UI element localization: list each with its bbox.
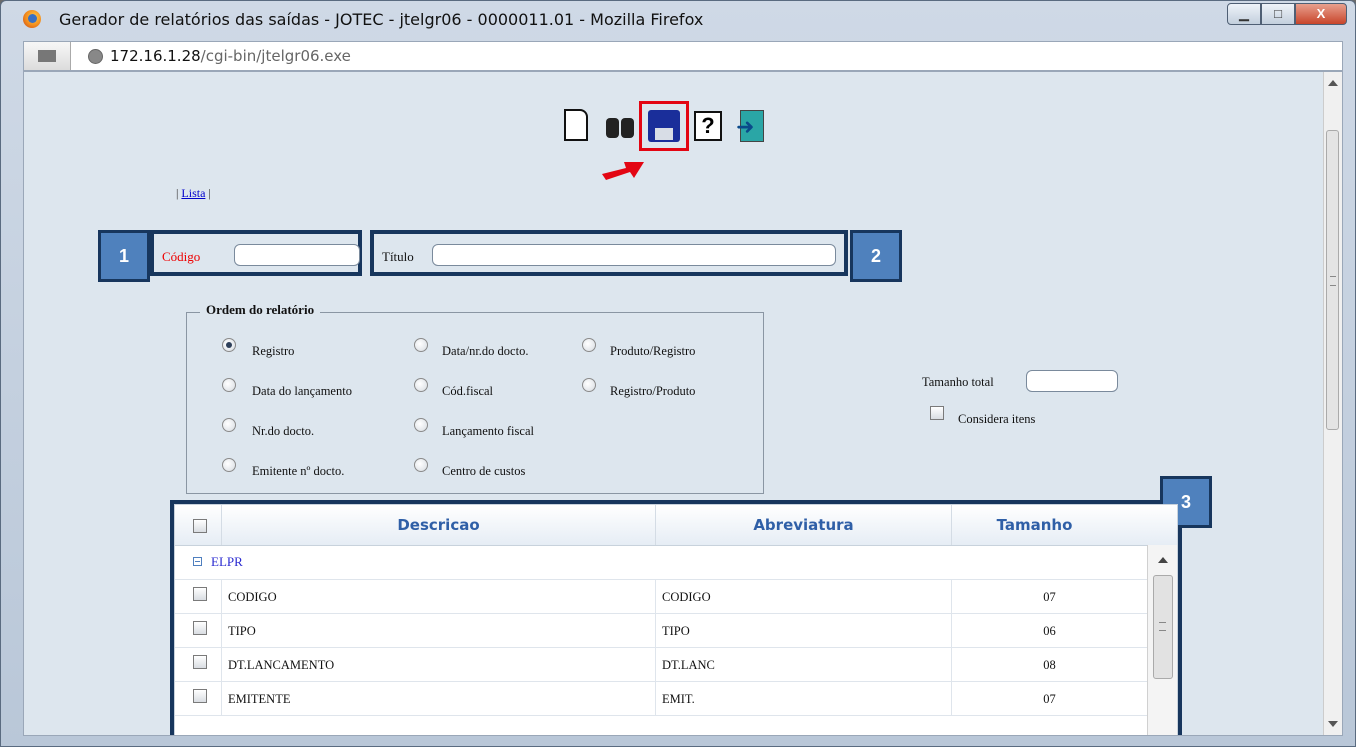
radio-label: Nr.do docto.: [252, 424, 315, 438]
codigo-label: Código: [162, 249, 201, 264]
minimize-button[interactable]: ▁: [1227, 3, 1261, 25]
scroll-thumb[interactable]: [1326, 130, 1339, 430]
column-header-tamanho[interactable]: Tamanho: [951, 505, 1117, 545]
binoculars-icon[interactable]: [600, 106, 640, 146]
radio-emitente-docto[interactable]: [222, 458, 236, 472]
cell-tamanho: 07: [951, 681, 1147, 715]
cell-tamanho: 07: [951, 579, 1147, 613]
tamanho-total-label: Tamanho total: [922, 375, 994, 389]
scroll-down-icon[interactable]: [1328, 721, 1338, 727]
table-row[interactable]: EMITENTE EMIT. 07: [175, 681, 1147, 716]
table-row[interactable]: CODIGO CODIGO 07: [175, 579, 1147, 614]
page-icon: [38, 50, 56, 62]
cell-abreviatura: TIPO: [655, 613, 951, 647]
titulo-input[interactable]: [432, 244, 836, 266]
radio-label: Emitente nº docto.: [252, 464, 345, 478]
page-scrollbar[interactable]: [1323, 72, 1342, 735]
table-row[interactable]: TIPO TIPO 06: [175, 613, 1147, 648]
group-label: ELPR: [211, 554, 243, 569]
cell-tamanho: 08: [951, 647, 1147, 681]
help-icon[interactable]: [688, 106, 728, 146]
scroll-up-icon[interactable]: [1158, 557, 1168, 563]
cell-abreviatura: DT.LANC: [655, 647, 951, 681]
considera-itens-label: Considera itens: [958, 412, 1036, 426]
tamanho-total-input[interactable]: [1026, 370, 1118, 392]
radio-registro-produto[interactable]: [582, 378, 596, 392]
new-document-icon[interactable]: [556, 106, 596, 146]
cell-descricao: DT.LANCAMENTO: [221, 647, 655, 681]
page-info-button[interactable]: [24, 42, 71, 70]
row-checkbox[interactable]: [193, 655, 207, 669]
grid-scrollbar[interactable]: [1147, 545, 1177, 735]
considera-itens-checkbox[interactable]: [930, 406, 944, 420]
firefox-icon: [23, 10, 41, 28]
cell-abreviatura: EMIT.: [655, 681, 951, 715]
grip-icon: [1159, 622, 1166, 631]
radio-label: Registro/Produto: [610, 384, 696, 398]
codigo-input[interactable]: [234, 244, 360, 266]
select-all-checkbox[interactable]: [193, 519, 207, 533]
window-title: Gerador de relatórios das saídas - JOTEC…: [59, 10, 704, 29]
cell-tamanho: 06: [951, 613, 1147, 647]
table-row[interactable]: DT.LANCAMENTO DT.LANC 08: [175, 647, 1147, 682]
cell-descricao: EMITENTE: [221, 681, 655, 715]
radio-label: Data do lançamento: [252, 384, 352, 398]
column-header-descricao[interactable]: Descricao: [221, 505, 655, 545]
titulo-label: Título: [382, 249, 414, 264]
callout-badge-2: 2: [850, 230, 902, 282]
grid-scroll-thumb[interactable]: [1153, 575, 1173, 679]
collapse-icon[interactable]: [193, 557, 202, 566]
radio-label: Data/nr.do docto.: [442, 344, 529, 358]
radio-lancamento-fiscal[interactable]: [414, 418, 428, 432]
close-button[interactable]: X: [1295, 3, 1347, 25]
window-controls: ▁ □ X: [1227, 3, 1347, 25]
radio-label: Lançamento fiscal: [442, 424, 534, 438]
fields-grid: Descricao Abreviatura Tamanho ELPR CODIG…: [174, 504, 1178, 735]
browser-window: Gerador de relatórios das saídas - JOTEC…: [0, 0, 1356, 747]
row-checkbox[interactable]: [193, 689, 207, 703]
radio-nr-docto[interactable]: [222, 418, 236, 432]
globe-icon: [88, 49, 103, 64]
radio-data-nr-docto[interactable]: [414, 338, 428, 352]
radio-label: Registro: [252, 344, 295, 358]
row-checkbox[interactable]: [193, 621, 207, 635]
toolbar: [556, 101, 772, 151]
scroll-up-icon[interactable]: [1328, 80, 1338, 86]
grip-icon: [1330, 276, 1336, 286]
nav-links: | Lista |: [176, 186, 211, 200]
radio-registro[interactable]: [222, 338, 236, 352]
maximize-button[interactable]: □: [1261, 3, 1295, 25]
radio-label: Centro de custos: [442, 464, 526, 478]
title-bar: Gerador de relatórios das saídas - JOTEC…: [1, 1, 1355, 37]
lista-link[interactable]: Lista: [181, 186, 205, 200]
exit-icon[interactable]: [732, 106, 772, 146]
radio-data-lancamento[interactable]: [222, 378, 236, 392]
cell-descricao: CODIGO: [221, 579, 655, 613]
cell-abreviatura: CODIGO: [655, 579, 951, 613]
callout-badge-1: 1: [98, 230, 150, 282]
radio-cod-fiscal[interactable]: [414, 378, 428, 392]
column-header-abreviatura[interactable]: Abreviatura: [655, 505, 951, 545]
radio-label: Cód.fiscal: [442, 384, 494, 398]
radio-produto-registro[interactable]: [582, 338, 596, 352]
group-row[interactable]: ELPR: [175, 545, 1147, 580]
page-viewport: | Lista | 1 Código 2 Título Ordem do rel…: [23, 71, 1343, 736]
url-text[interactable]: 172.16.1.28/cgi-bin/jtelgr06.exe: [110, 47, 351, 65]
radio-centro-custos[interactable]: [414, 458, 428, 472]
radio-label: Produto/Registro: [610, 344, 696, 358]
grid-header: Descricao Abreviatura Tamanho: [175, 505, 1177, 546]
red-arrow-annotation: [602, 162, 644, 180]
ordem-legend: Ordem do relatório: [200, 302, 321, 318]
row-checkbox[interactable]: [193, 587, 207, 601]
address-bar[interactable]: 172.16.1.28/cgi-bin/jtelgr06.exe: [23, 41, 1343, 71]
save-icon[interactable]: [639, 101, 689, 151]
cell-descricao: TIPO: [221, 613, 655, 647]
